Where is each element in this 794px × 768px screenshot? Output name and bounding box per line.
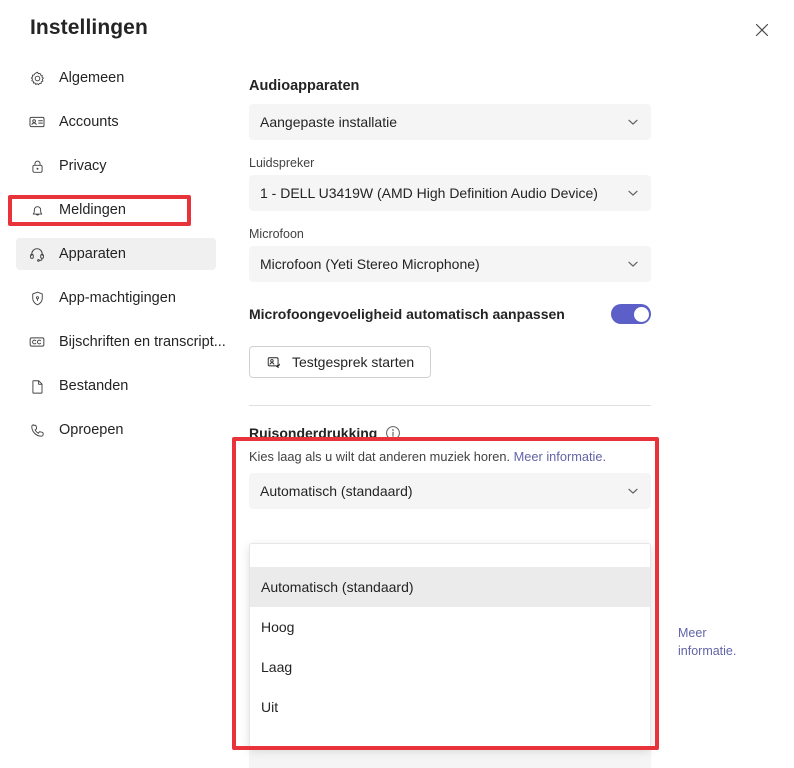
page-title: Instellingen (30, 16, 148, 40)
chevron-down-icon (626, 484, 640, 498)
headset-icon (26, 244, 48, 264)
side-learn-more-link[interactable]: Meer informatie. (678, 624, 752, 660)
chevron-down-icon (626, 186, 640, 200)
lock-icon (26, 156, 48, 176)
dropdown-option-label: Uit (261, 699, 278, 715)
noise-suppression-title: Ruisonderdrukking (249, 425, 377, 441)
chevron-down-icon (626, 115, 640, 129)
sidebar-item-label: Accounts (59, 114, 119, 130)
dropdown-option-label: Hoog (261, 619, 294, 635)
noise-suppression-dropdown-list: Automatisch (standaard) Hoog Laag Uit (249, 543, 651, 748)
speaker-label: Luidspreker (249, 156, 669, 170)
auto-mic-sensitivity-label: Microfoongevoeligheid automatisch aanpas… (249, 306, 565, 322)
devices-settings-panel: Audioapparaten Aangepaste installatie Lu… (249, 62, 669, 509)
sidebar-item-algemeen[interactable]: Algemeen (16, 62, 216, 94)
auto-mic-sensitivity-row: Microfoongevoeligheid automatisch aanpas… (249, 304, 651, 324)
noise-suppression-section: Ruisonderdrukking Kies laag als u wilt d… (249, 425, 669, 509)
audio-device-value: Aangepaste installatie (260, 114, 397, 130)
chevron-down-icon (626, 257, 640, 271)
sidebar-item-oproepen[interactable]: Oproepen (16, 414, 216, 446)
noise-suppression-header: Ruisonderdrukking (249, 425, 669, 441)
document-icon (26, 376, 48, 396)
auto-mic-sensitivity-toggle[interactable] (611, 304, 651, 324)
info-icon[interactable] (385, 425, 401, 441)
gear-icon (26, 68, 48, 88)
sidebar-item-apparaten[interactable]: Apparaten (16, 238, 216, 270)
sidebar-item-app-machtigingen[interactable]: App-machtigingen (16, 282, 216, 314)
test-call-icon (266, 354, 283, 371)
settings-dialog: Instellingen Algemeen (0, 0, 794, 768)
dropdown-option-hoog[interactable]: Hoog (250, 607, 650, 647)
phone-icon (26, 420, 48, 440)
dropdown-option-label: Automatisch (standaard) (261, 579, 414, 595)
close-button[interactable] (744, 12, 780, 48)
settings-sidebar: Algemeen Accounts Privacy (0, 62, 226, 458)
microphone-value: Microfoon (Yeti Stereo Microphone) (260, 256, 480, 272)
dropdown-option-laag[interactable]: Laag (250, 647, 650, 687)
audio-device-select[interactable]: Aangepaste installatie (249, 104, 651, 140)
noise-suppression-description: Kies laag als u wilt dat anderen muziek … (249, 449, 669, 464)
speaker-value: 1 - DELL U3419W (AMD High Definition Aud… (260, 185, 598, 201)
sidebar-item-privacy[interactable]: Privacy (16, 150, 216, 182)
dropdown-option-uit[interactable]: Uit (250, 687, 650, 727)
speaker-select[interactable]: 1 - DELL U3419W (AMD High Definition Aud… (249, 175, 651, 211)
dropdown-option-automatisch[interactable]: Automatisch (standaard) (250, 567, 650, 607)
sidebar-item-label: Bestanden (59, 378, 128, 394)
noise-suppression-description-text: Kies laag als u wilt dat anderen muziek … (249, 449, 510, 464)
noise-suppression-select[interactable]: Automatisch (standaard) (249, 473, 651, 509)
sidebar-item-bestanden[interactable]: Bestanden (16, 370, 216, 402)
toggle-knob (634, 307, 649, 322)
learn-more-link[interactable]: Meer informatie. (514, 449, 606, 464)
sidebar-item-label: Meldingen (59, 202, 126, 218)
contact-card-icon (26, 112, 48, 132)
noise-suppression-value: Automatisch (standaard) (260, 483, 413, 499)
audio-devices-heading: Audioapparaten (249, 78, 669, 94)
start-test-call-button[interactable]: Testgesprek starten (249, 346, 431, 378)
shield-lock-icon (26, 288, 48, 308)
close-icon (754, 22, 770, 38)
sidebar-item-accounts[interactable]: Accounts (16, 106, 216, 138)
sidebar-item-label: Apparaten (59, 246, 126, 262)
sidebar-item-label: Algemeen (59, 70, 124, 86)
sidebar-item-label: Bijschriften en transcript... (59, 334, 226, 350)
sidebar-item-label: Privacy (59, 158, 107, 174)
sidebar-item-bijschriften[interactable]: Bijschriften en transcript... (16, 326, 216, 358)
dropdown-option-label: Laag (261, 659, 292, 675)
start-test-call-label: Testgesprek starten (292, 354, 414, 370)
sidebar-item-meldingen[interactable]: Meldingen (16, 194, 216, 226)
section-divider (249, 405, 651, 406)
microphone-select[interactable]: Microfoon (Yeti Stereo Microphone) (249, 246, 651, 282)
closed-caption-icon (26, 332, 48, 352)
bell-icon (26, 200, 48, 220)
microphone-label: Microfoon (249, 227, 669, 241)
dialog-header: Instellingen (0, 0, 794, 60)
sidebar-item-label: Oproepen (59, 422, 124, 438)
sidebar-item-label: App-machtigingen (59, 290, 176, 306)
